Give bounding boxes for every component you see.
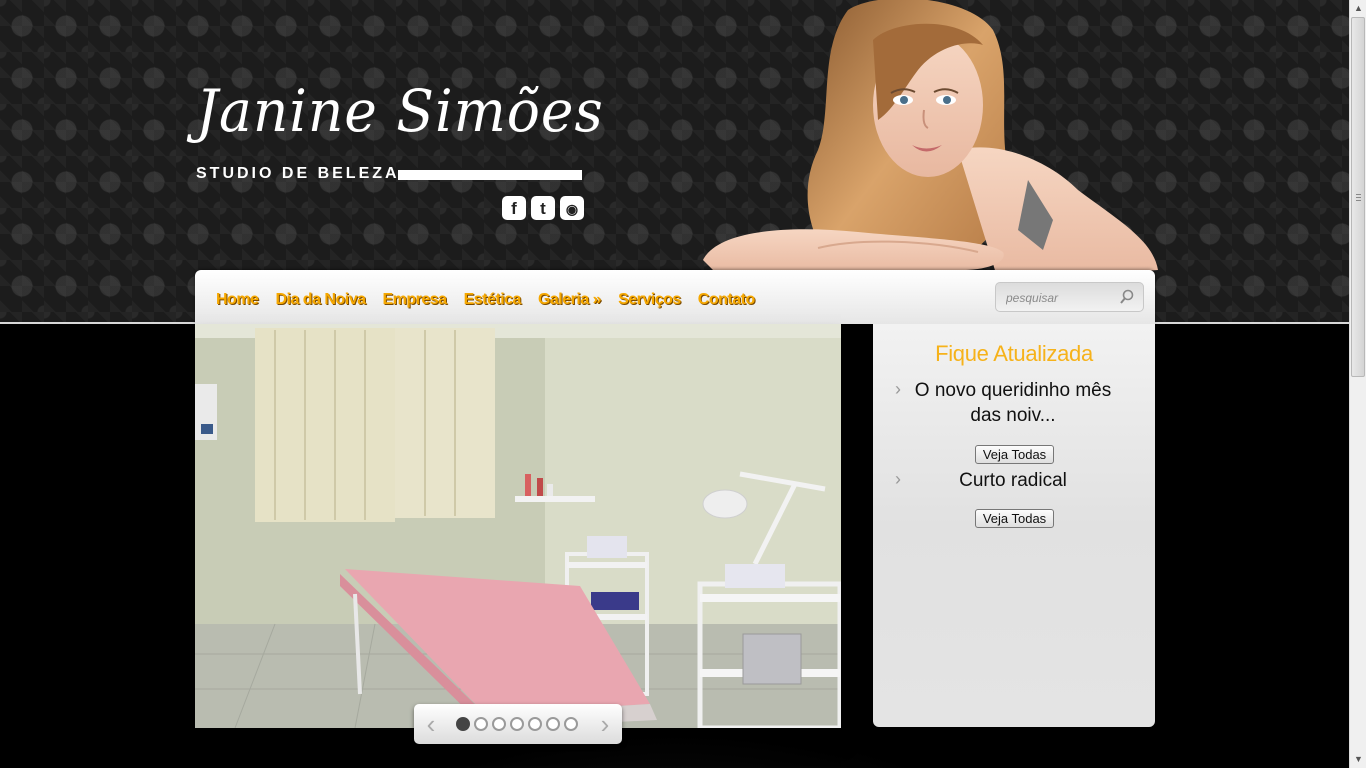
search-icon[interactable] [1120,289,1134,305]
facebook-icon[interactable]: f [502,196,526,220]
chevron-right-icon: › [895,469,901,489]
news-panel: Fique Atualizada › O novo queridinho mês… [873,324,1155,727]
slider-dot-5[interactable] [528,717,542,731]
slider-dot-3[interactable] [492,717,506,731]
slider-dots [456,717,582,731]
nav-item-home[interactable]: Home [216,291,259,309]
search-input[interactable] [1006,289,1116,307]
logo-title[interactable]: Janine Simões [196,82,604,140]
rss-icon[interactable]: ◉ [560,196,584,220]
news-item-1[interactable]: O novo queridinho mês das noiv... [913,378,1113,428]
slide-image [195,324,841,728]
slider-dot-1[interactable] [456,717,470,731]
logo-underline [398,170,582,180]
nav-item-empresa[interactable]: Empresa [382,291,447,309]
main-nav: Home Dia da Noiva Empresa Estética Galer… [216,291,772,309]
twitter-icon[interactable]: t [531,196,555,220]
slider-controls: ‹ › [414,704,622,744]
logo-tagline: STUDIO DE BELEZA [196,165,400,182]
scroll-up-icon[interactable]: ▲ [1350,0,1366,17]
gallery-slider [195,324,841,728]
see-all-button-1[interactable]: Veja Todas [975,445,1054,464]
slider-next-button[interactable]: › [594,710,616,738]
news-panel-title: Fique Atualizada [935,341,1093,366]
news-item-2[interactable]: Curto radical [913,468,1113,493]
nav-item-servicos[interactable]: Serviços [618,291,681,309]
slider-dot-6[interactable] [546,717,560,731]
chevron-right-icon: › [895,379,901,399]
slider-prev-button[interactable]: ‹ [420,710,442,738]
nav-item-contato[interactable]: Contato [698,291,755,309]
search-box [995,282,1144,312]
slider-dot-4[interactable] [510,717,524,731]
nav-item-galeria[interactable]: Galeria » [538,291,602,309]
slider-dot-7[interactable] [564,717,578,731]
header-model-image [698,0,1160,288]
main-navbar: Home Dia da Noiva Empresa Estética Galer… [195,270,1155,324]
nav-item-estetica[interactable]: Estética [464,291,522,309]
page-scrollbar[interactable]: ▲ ▼ [1349,0,1366,768]
see-all-button-2[interactable]: Veja Todas [975,509,1054,528]
scroll-down-icon[interactable]: ▼ [1350,751,1366,768]
nav-item-dia-da-noiva[interactable]: Dia da Noiva [275,291,366,309]
slider-dot-2[interactable] [474,717,488,731]
scrollbar-thumb[interactable] [1351,17,1365,377]
